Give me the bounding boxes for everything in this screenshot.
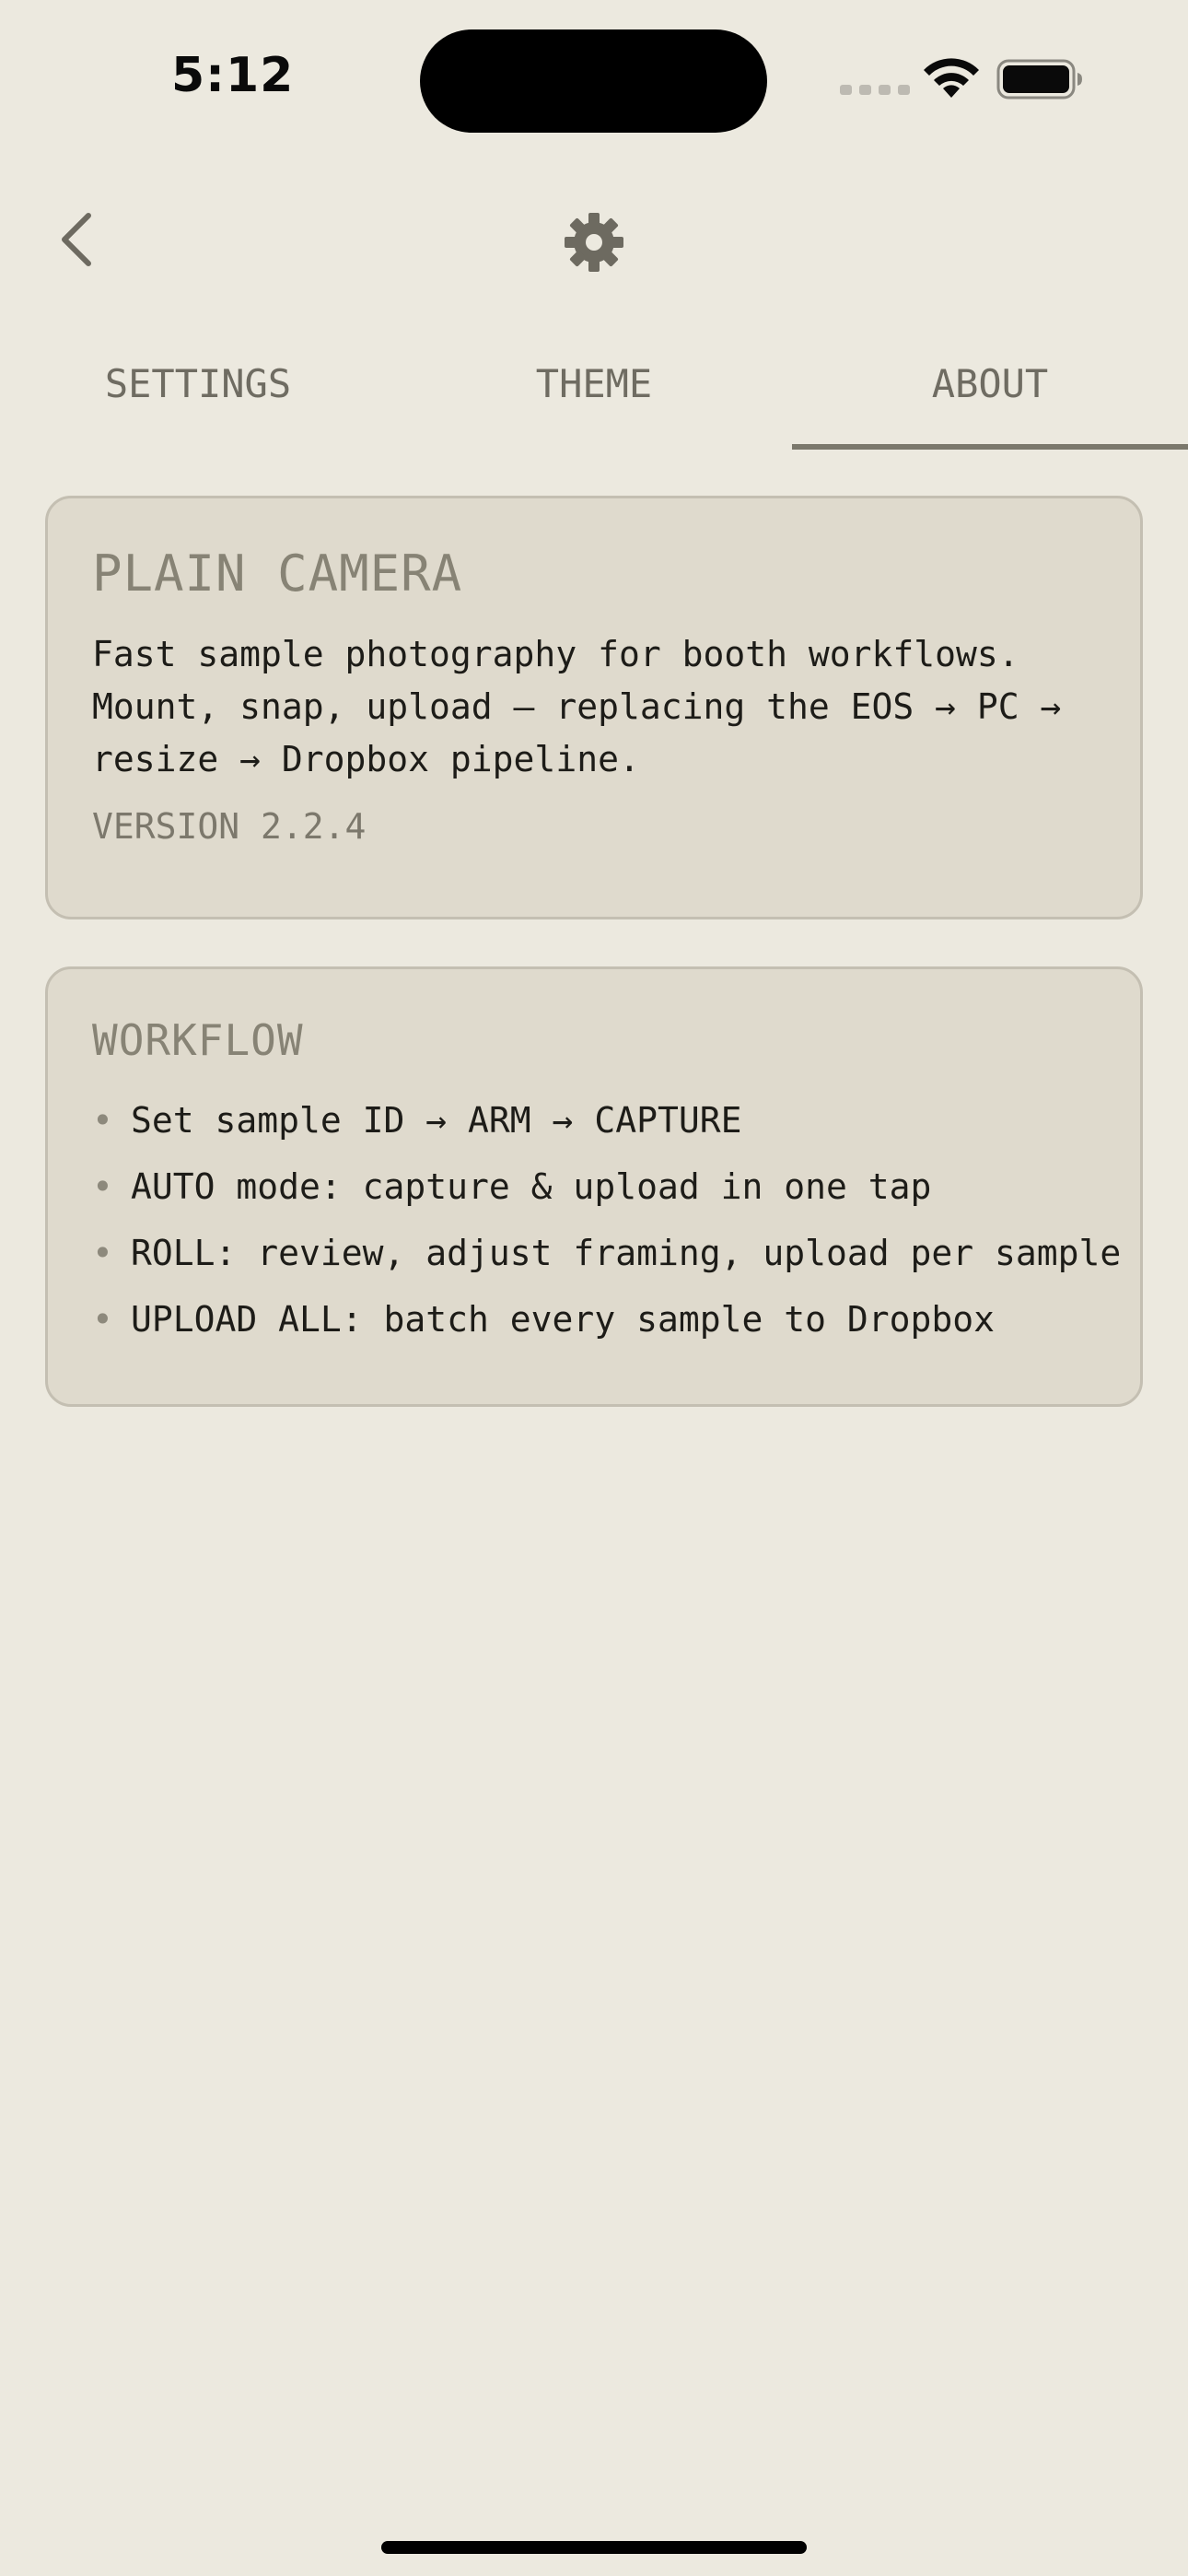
battery-icon [996,59,1082,100]
home-indicator[interactable] [381,2541,807,2554]
app-description: Fast sample photography for booth workfl… [92,634,1062,779]
list-item-text: AUTO mode: capture & upload in one tap [131,1166,932,1207]
bullet-icon: • [92,1166,113,1207]
dynamic-island [420,29,767,133]
list-item: • UPLOAD ALL: batch every sample to Drop… [92,1286,1096,1352]
list-item-text: Set sample ID → ARM → CAPTURE [131,1100,742,1141]
chevron-left-icon[interactable] [48,205,112,275]
app-name-title: PLAIN CAMERA [92,544,463,603]
status-time: 5:12 [171,48,295,103]
list-item-text: ROLL: review, adjust framing, upload per… [131,1233,1122,1273]
bullet-icon: • [92,1233,113,1273]
active-tab-indicator [792,444,1188,450]
list-item-text: UPLOAD ALL: batch every sample to Dropbo… [131,1299,995,1340]
list-item: • Set sample ID → ARM → CAPTURE [92,1087,1096,1153]
workflow-list: • Set sample ID → ARM → CAPTURE • AUTO m… [92,1087,1121,1352]
tab-bar: SETTINGS THEME ABOUT [0,332,1188,451]
wifi-icon [924,58,979,98]
bullet-icon: • [92,1299,113,1340]
about-card: PLAIN CAMERA Fast sample photography for… [45,496,1143,919]
tab-about[interactable]: ABOUT [792,332,1188,451]
tab-settings[interactable]: SETTINGS [0,332,396,451]
bullet-icon: • [92,1100,113,1141]
cellular-signal-icon [840,85,910,95]
workflow-title: WORKFLOW [92,1015,304,1065]
workflow-card: WORKFLOW • Set sample ID → ARM → CAPTURE… [45,966,1143,1407]
gear-icon[interactable] [562,210,626,275]
list-item: • ROLL: review, adjust framing, upload p… [92,1220,1121,1286]
list-item: • AUTO mode: capture & upload in one tap [92,1153,1096,1220]
version-label: VERSION 2.2.4 [92,806,367,847]
tab-theme[interactable]: THEME [396,332,792,451]
status-bar: 5:12 [0,0,1188,162]
nav-bar [0,184,1188,295]
